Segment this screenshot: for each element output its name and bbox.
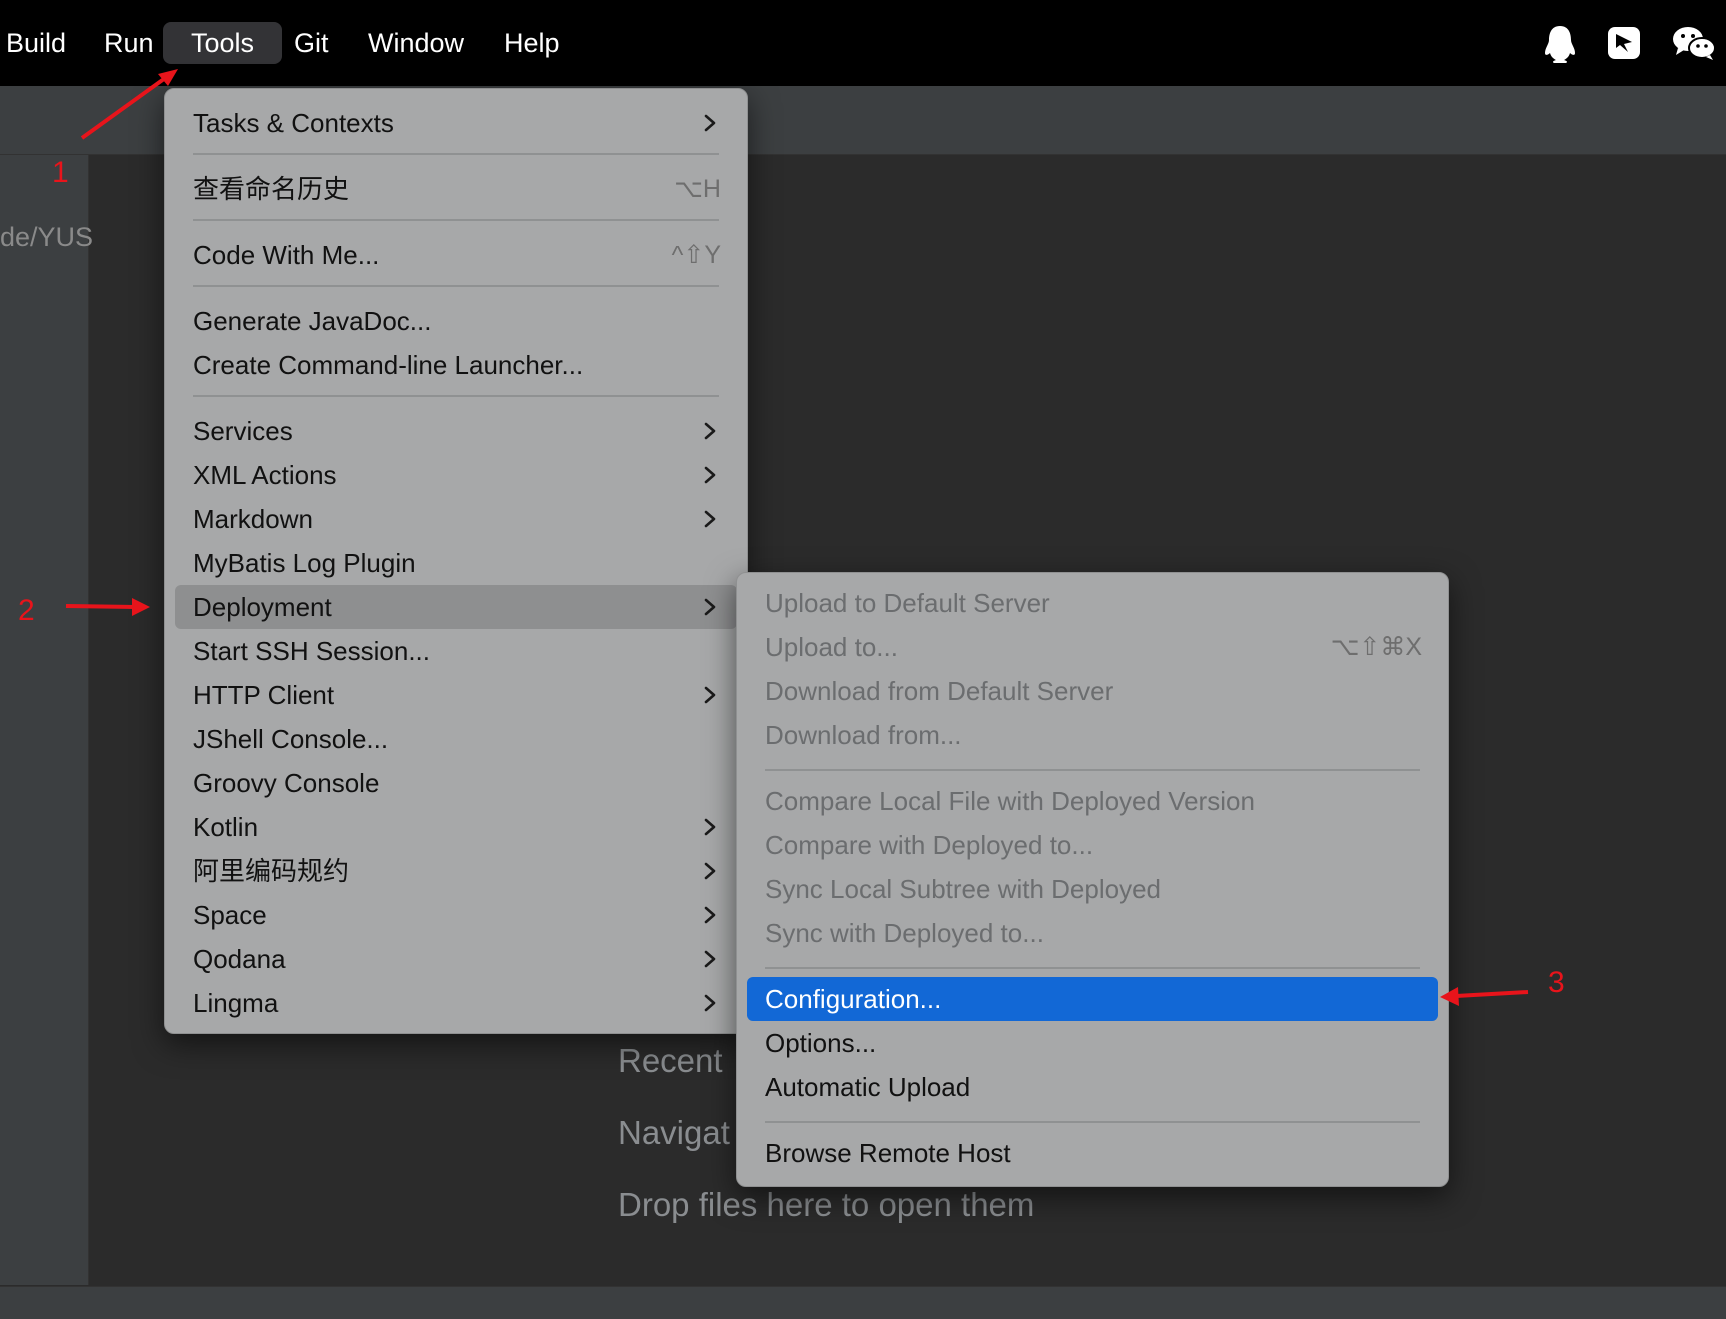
- annotation-3: 3: [1548, 966, 1565, 999]
- annotation-arrows: [65, 69, 1529, 1006]
- annotation-2: 2: [18, 594, 35, 627]
- annotation-1: 1: [52, 156, 69, 189]
